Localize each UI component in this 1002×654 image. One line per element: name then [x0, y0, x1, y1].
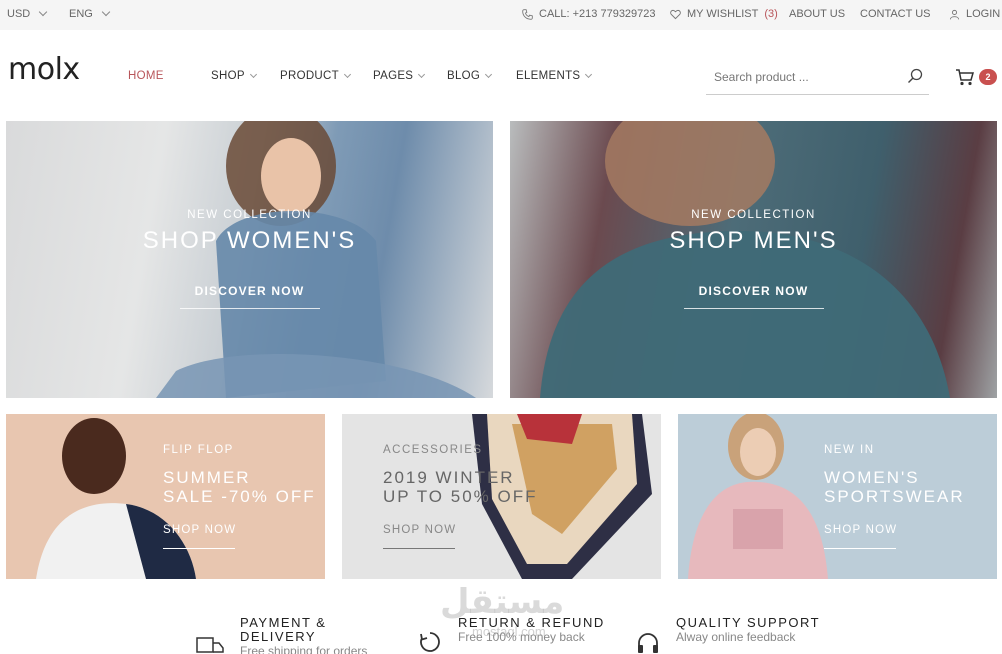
contact-link[interactable]: CONTACT US [860, 8, 931, 20]
nav-shop[interactable]: SHOP [211, 70, 257, 82]
search-bar [706, 62, 929, 95]
shop-now-button[interactable]: SHOP NOW [383, 524, 456, 536]
language-value: ENG [69, 8, 93, 20]
currency-select[interactable]: USD [7, 7, 48, 20]
wishlist-count: (3) [764, 8, 778, 20]
nav-pages[interactable]: PAGES [373, 70, 426, 82]
banner-title: WOMEN'S SPORTSWEAR [824, 468, 965, 506]
nav-pages-label: PAGES [373, 70, 414, 82]
banner-label: NEW COLLECTION [187, 209, 312, 221]
nav-product[interactable]: PRODUCT [280, 70, 352, 82]
watermark-logo: مستقل [440, 582, 565, 622]
banner-label: ACCESSORIES [383, 444, 483, 456]
banner-title: SHOP WOMEN'S [142, 227, 357, 254]
heart-icon [670, 9, 681, 19]
feature-subtitle: Free shipping for orders [240, 644, 368, 654]
currency-value: USD [7, 8, 31, 20]
truck-icon [196, 637, 224, 653]
nav-home[interactable]: HOME [128, 70, 164, 82]
nav-home-label: HOME [128, 70, 164, 82]
login-link[interactable]: LOGIN [949, 8, 1000, 20]
call-text: CALL: +213 779329723 [539, 8, 656, 20]
banner-accessories[interactable]: ACCESSORIES 2019 WINTER UP TO 50% OFF SH… [342, 414, 661, 579]
banner-shop-womens[interactable]: NEW COLLECTION SHOP WOMEN'S DISCOVER NOW [6, 121, 493, 398]
banner-title: SHOP MEN'S [669, 227, 838, 254]
banner-label: FLIP FLOP [163, 444, 234, 456]
cta-underline [180, 308, 320, 309]
contact-label: CONTACT US [860, 8, 931, 20]
feature-title: PAYMENT & DELIVERY [240, 615, 327, 644]
watermark-url: mostaql.com [472, 624, 546, 639]
search-icon[interactable] [907, 68, 923, 84]
refund-icon [420, 632, 440, 652]
cart-count-badge: 2 [979, 69, 997, 85]
chevron-down-icon [343, 70, 352, 79]
banner-shop-mens[interactable]: NEW COLLECTION SHOP MEN'S DISCOVER NOW [510, 121, 997, 398]
wishlist-label: MY WISHLIST [687, 8, 759, 20]
call-info: CALL: +213 779329723 [522, 8, 656, 20]
chevron-down-icon [585, 70, 593, 79]
feature-support: QUALITY SUPPORT Alway online feedback [676, 615, 821, 645]
search-input[interactable] [714, 70, 894, 84]
cta-underline [824, 548, 896, 549]
login-label: LOGIN [966, 8, 1001, 20]
banner-men-photo [540, 121, 950, 398]
about-link[interactable]: ABOUT US [789, 8, 845, 20]
site-logo[interactable]: molx [8, 52, 80, 87]
nav-shop-label: SHOP [211, 70, 245, 82]
about-label: ABOUT US [789, 8, 846, 20]
shop-now-button[interactable]: SHOP NOW [824, 524, 897, 536]
headset-icon [638, 633, 658, 653]
banner-flip-flop[interactable]: FLIP FLOP SUMMER SALE -70% OFF SHOP NOW [6, 414, 325, 579]
user-icon [949, 9, 960, 19]
nav-elements[interactable]: ELEMENTS [516, 70, 593, 82]
banner-sportswear[interactable]: NEW IN WOMEN'S SPORTSWEAR SHOP NOW [678, 414, 997, 579]
feature-payment: PAYMENT & DELIVERY Free shipping for ord… [240, 616, 367, 654]
nav-product-label: PRODUCT [280, 70, 339, 82]
feature-title: QUALITY SUPPORT [676, 615, 821, 630]
cta-underline [383, 548, 455, 549]
chevron-down-icon [418, 70, 426, 79]
top-bar: USD ENG CALL: +213 779329723 MY WISHLIST… [0, 0, 1002, 30]
chevron-down-icon [249, 70, 257, 79]
chevron-down-icon [101, 7, 111, 17]
banner-label: NEW COLLECTION [691, 209, 816, 221]
chevron-down-icon [485, 70, 493, 79]
banner-title: SUMMER SALE -70% OFF [163, 468, 316, 506]
nav-blog-label: BLOG [447, 70, 481, 82]
shop-now-button[interactable]: SHOP NOW [163, 524, 236, 536]
cart-icon[interactable] [955, 68, 975, 86]
banner-label: NEW IN [824, 444, 875, 456]
banner-title: 2019 WINTER UP TO 50% OFF [383, 468, 538, 506]
discover-now-button[interactable]: DISCOVER NOW [6, 284, 493, 298]
cta-underline [163, 548, 235, 549]
banner-women-photo [156, 121, 476, 398]
nav-blog[interactable]: BLOG [447, 70, 493, 82]
feature-subtitle: Alway online feedback [676, 630, 796, 644]
nav-elements-label: ELEMENTS [516, 70, 581, 82]
wishlist-link[interactable]: MY WISHLIST (3) [670, 8, 778, 20]
language-select[interactable]: ENG [69, 7, 111, 20]
chevron-down-icon [38, 7, 48, 17]
cta-underline [684, 308, 824, 309]
phone-icon [522, 8, 533, 20]
discover-now-button[interactable]: DISCOVER NOW [510, 284, 997, 298]
